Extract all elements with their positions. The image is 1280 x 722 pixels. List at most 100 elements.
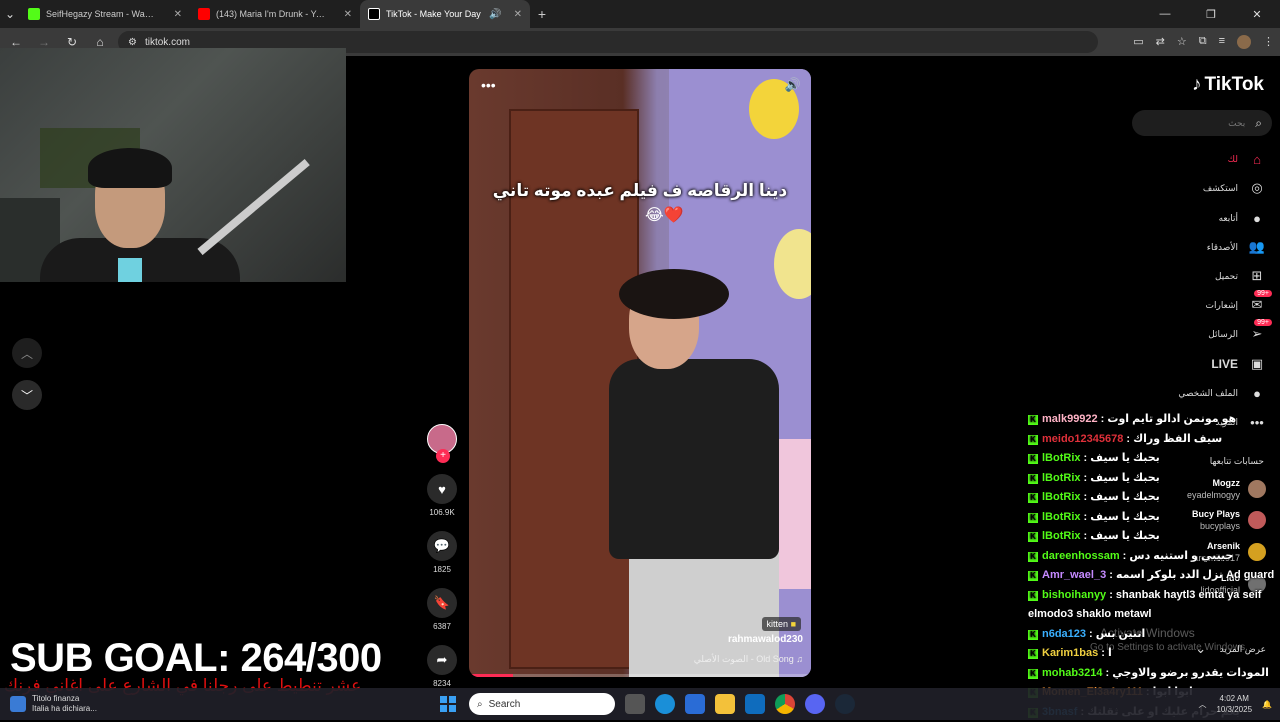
sidebar-item-upload[interactable]: تحميل⊞ [1215, 265, 1266, 287]
sidebar-item-following[interactable]: أتابعه● [1219, 207, 1266, 229]
chat-username: Amr_wael_3 [1042, 569, 1106, 581]
news-icon [10, 696, 26, 712]
close-tab-icon[interactable]: ✕ [344, 9, 352, 20]
chat-message: KlBotRix: بحبك يا سيف [1028, 527, 1280, 547]
sidebar-item-friends[interactable]: الأصدقاء👥 [1207, 236, 1266, 258]
taskbar-apps: ⌕Search [437, 693, 855, 715]
translate-icon[interactable]: ⇄ [1156, 35, 1165, 49]
share-icon[interactable]: ➦ [427, 645, 457, 675]
youtube-favicon-icon [198, 8, 210, 20]
following-icon: ● [1248, 209, 1266, 227]
like-action[interactable]: ♥ 106.9K [427, 474, 457, 517]
video-person-shirt [609, 359, 779, 559]
system-tray: ︿ 4:02 AM10/3/2025 🔔 [1198, 693, 1272, 715]
task-view-icon[interactable] [625, 694, 645, 714]
kick-favicon-icon [28, 8, 40, 20]
steam-icon[interactable] [835, 694, 855, 714]
sidebar-item-profile[interactable]: الملف الشخصي● [1178, 382, 1266, 404]
video-song[interactable]: الصوت الأصلي - Old Song ♫ [694, 654, 803, 665]
file-explorer-icon[interactable] [715, 694, 735, 714]
search-placeholder: بحث [1228, 118, 1245, 129]
back-icon[interactable]: ← [6, 35, 26, 49]
share-action[interactable]: ➦ 8234 [427, 645, 457, 688]
creator-avatar[interactable]: + [427, 424, 457, 454]
edge-icon[interactable] [655, 694, 675, 714]
video-progress-bar[interactable] [469, 674, 811, 677]
chat-username: lBotRix [1042, 530, 1081, 542]
next-video-button[interactable]: ﹀ [12, 380, 42, 410]
windows-start-icon[interactable] [437, 693, 459, 715]
outlook-icon[interactable] [745, 694, 765, 714]
reload-icon[interactable]: ↻ [62, 35, 82, 49]
taskbar-search[interactable]: ⌕Search [469, 693, 615, 715]
follow-plus-icon[interactable]: + [436, 449, 450, 463]
chevron-down-icon: ﹀ [21, 387, 33, 404]
tiktok-logo[interactable]: ♪TikTok [1192, 74, 1264, 96]
kick-badge-icon: K [1028, 454, 1038, 464]
bookmark-star-icon[interactable]: ☆ [1177, 35, 1187, 49]
home-button-icon[interactable]: ⌂ [90, 35, 110, 49]
news-widget[interactable]: Titolo finanzaItalia ha dichiara... [0, 694, 200, 714]
kick-badge-icon: K [1028, 532, 1038, 542]
kick-badge-icon: K [1028, 669, 1038, 679]
chat-username: meido12345678 [1042, 433, 1123, 445]
tab-search-button[interactable]: ⌄ [0, 7, 20, 21]
store-icon[interactable] [685, 694, 705, 714]
volume-icon[interactable]: 🔊 [785, 77, 801, 93]
sidebar-item-compass[interactable]: استكشف◎ [1203, 177, 1266, 199]
save-count: 6387 [433, 622, 451, 631]
tray-chevron-icon[interactable]: ︿ [1198, 699, 1206, 710]
webcam-overlay [0, 48, 346, 282]
close-tab-icon[interactable]: ✕ [514, 9, 522, 20]
chat-separator: : [1089, 628, 1096, 640]
media-icon[interactable]: ≡ [1219, 35, 1225, 49]
video-player[interactable]: ••• 🔊 دينا الرقاصه ف فيلم عبده موته تاني… [469, 69, 811, 677]
chat-separator: : [1109, 569, 1116, 581]
tab-youtube[interactable]: (143) Maria I'm Drunk - YouTube ✕ [190, 0, 360, 28]
site-info-icon[interactable]: ⚙ [128, 37, 137, 48]
heart-icon[interactable]: ♥ [427, 474, 457, 504]
notifications-icon[interactable]: 🔔 [1262, 700, 1272, 709]
chat-separator: : [1101, 647, 1108, 659]
maximize-icon[interactable]: ❐ [1188, 8, 1234, 21]
tab-kick[interactable]: SeifHegazy Stream - Watch Live ✕ [20, 0, 190, 28]
extensions-icon[interactable]: ⧉ [1199, 35, 1207, 49]
previous-video-button[interactable]: ︿ [12, 338, 42, 368]
bookmark-icon[interactable]: 🔖 [427, 588, 457, 618]
forward-icon[interactable]: → [34, 35, 54, 49]
search-icon[interactable]: ⌕ [1255, 116, 1262, 131]
more-options-icon[interactable]: ••• [481, 77, 496, 93]
sidebar-item-home[interactable]: لك⌂ [1228, 148, 1266, 170]
creator-tag[interactable]: kitten ■ [762, 617, 801, 631]
save-action[interactable]: 🔖 6387 [427, 588, 457, 631]
chat-text: بحبك يا سيف [1090, 472, 1160, 484]
new-tab-button[interactable]: + [530, 6, 554, 22]
toolbar-actions: ▭ ⇄ ☆ ⧉ ≡ ⋮ [1133, 35, 1274, 49]
video-username[interactable]: rahmawalod230 [728, 634, 803, 645]
kick-badge-icon: K [1028, 591, 1038, 601]
sidebar-item-live[interactable]: LIVE▣ [1211, 353, 1266, 375]
discord-icon[interactable] [805, 694, 825, 714]
menu-icon[interactable]: ⋮ [1263, 35, 1274, 49]
close-tab-icon[interactable]: ✕ [174, 9, 182, 20]
sidebar-item-messages[interactable]: الرسائل➢99+ [1208, 323, 1266, 345]
sidebar-item-inbox[interactable]: إشعارات✉99+ [1206, 294, 1266, 316]
sidebar-item-label: لك [1228, 154, 1238, 165]
tab-title: TikTok - Make Your Day [386, 9, 481, 19]
tag-badge-icon: ■ [791, 619, 796, 629]
clock[interactable]: 4:02 AM10/3/2025 [1216, 693, 1252, 715]
cast-icon[interactable]: ▭ [1133, 35, 1143, 49]
chrome-icon[interactable] [775, 694, 795, 714]
tab-tiktok[interactable]: TikTok - Make Your Day 🔊 ✕ [360, 0, 530, 28]
profile-avatar[interactable] [1237, 35, 1251, 49]
url-text: tiktok.com [145, 37, 190, 48]
minimize-icon[interactable]: — [1142, 8, 1188, 21]
notification-badge: 99+ [1254, 319, 1272, 326]
tiktok-note-icon: ♪ [1192, 74, 1202, 96]
search-input[interactable]: بحث ⌕ [1132, 110, 1272, 136]
close-window-icon[interactable]: ✕ [1234, 8, 1280, 21]
mute-tab-icon[interactable]: 🔊 [489, 9, 501, 20]
comment-action[interactable]: 💬 1825 [427, 531, 457, 574]
upload-icon: ⊞ [1248, 267, 1266, 285]
comment-icon[interactable]: 💬 [427, 531, 457, 561]
